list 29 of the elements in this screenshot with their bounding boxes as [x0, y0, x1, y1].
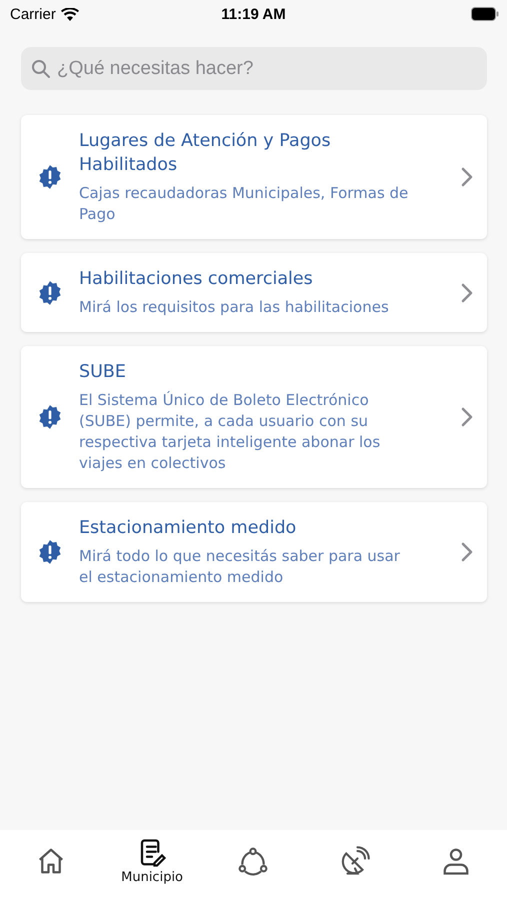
alert-badge-icon	[37, 539, 63, 565]
carrier-label: Carrier	[10, 6, 56, 22]
service-card[interactable]: Lugares de Atención y Pagos Habilitados Cajas recaudadoras Municipales, Formas de Pago	[21, 115, 487, 239]
service-description: Cajas recaudadoras Municipales, Formas de Pago	[79, 183, 410, 225]
service-title: Habilitaciones comerciales	[79, 268, 314, 291]
service-title: SUBE	[79, 361, 127, 384]
connected-nodes-icon	[237, 846, 270, 878]
service-card[interactable]: Estacionamiento medido Mirá todo lo que necesitás saber para usar el estacionamiento medido	[21, 502, 487, 602]
alert-badge-icon	[37, 280, 63, 306]
service-card[interactable]: SUBE El Sistema Único de Boleto Electrónico (SUBE) permite, a cada usuario con su respectiva tarjeta inteligente abonar los viajes en colectivos	[21, 346, 487, 488]
clock-time: 11:19 AM	[221, 6, 286, 22]
chevron-right-icon	[461, 407, 473, 427]
service-card[interactable]: Habilitaciones comerciales Mirá los requisitos para las habilitaciones	[21, 253, 487, 332]
service-description: Mirá los requisitos para las habilitaciones	[79, 297, 390, 318]
alert-badge-icon	[37, 164, 63, 190]
battery-icon	[471, 7, 499, 21]
chevron-right-icon	[461, 282, 473, 302]
chevron-right-icon	[461, 167, 473, 187]
wifi-icon	[60, 8, 79, 20]
service-description: Mirá todo lo que necesitás saber para usar el estacionamiento medido	[79, 546, 401, 588]
chevron-right-icon	[461, 542, 473, 562]
service-title: Estacionamiento medido	[79, 517, 298, 540]
service-title: Lugares de Atención y Pagos Habilitados	[79, 130, 332, 177]
profile-icon	[441, 846, 472, 876]
search-field[interactable]: ¿Qué necesitas hacer?	[21, 47, 487, 90]
alert-badge-icon	[37, 404, 63, 430]
satellite-dish-icon	[340, 846, 370, 876]
service-description: El Sistema Único de Boleto Electrónico (SUBE) permite, a cada usuario con su respectiva tarjeta inteligente abonar los viajes en colectivos	[79, 390, 382, 474]
tab-bar-item[interactable]: Municipio	[112, 838, 192, 885]
